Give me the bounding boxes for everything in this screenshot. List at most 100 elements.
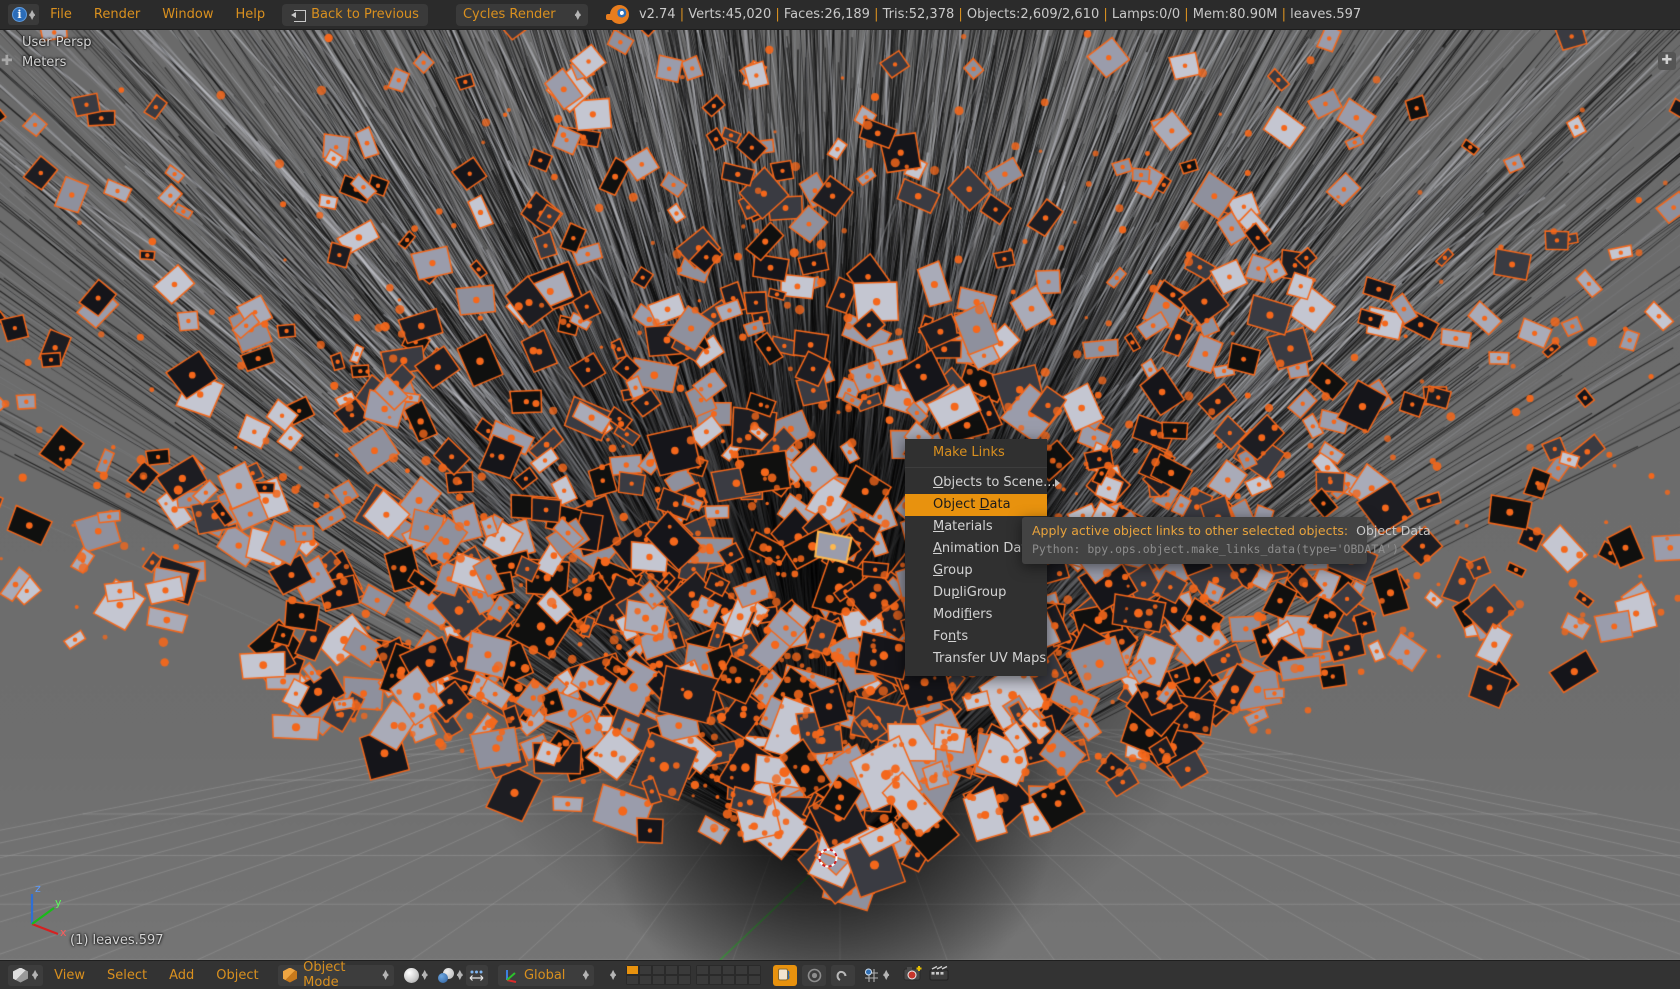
chevron-updown-icon: ▲ ▼ — [382, 968, 389, 981]
blender-logo-icon — [605, 5, 629, 24]
stat-version: v2.74 — [638, 7, 676, 22]
menu-item-fonts[interactable]: Fonts — [905, 626, 1047, 648]
layer-cell[interactable] — [748, 975, 762, 985]
properties-panel-expand-icon[interactable]: ✚ — [1658, 52, 1676, 70]
layer-cell[interactable] — [696, 975, 710, 985]
stat-lamps: Lamps:0/0 — [1111, 7, 1181, 22]
back-to-previous-button[interactable]: Back to Previous — [282, 3, 428, 26]
menu-window[interactable]: Window — [151, 0, 224, 30]
render-engine-selector[interactable]: Cycles Render ▲ ▼ — [455, 3, 588, 26]
pivot-point-icon[interactable] — [437, 967, 454, 983]
layer-cell[interactable] — [678, 975, 692, 985]
menu-file[interactable]: File — [39, 0, 83, 30]
layer-cell[interactable] — [626, 975, 640, 985]
render-animation-icon[interactable] — [929, 965, 951, 986]
operator-tooltip: Apply active object links to other selec… — [1022, 517, 1431, 564]
layer-cell[interactable] — [748, 965, 762, 975]
viewport-shading-icon[interactable] — [403, 967, 419, 983]
layer-cell[interactable] — [722, 975, 736, 985]
layer-cell[interactable] — [639, 975, 653, 985]
menu-add[interactable]: Add — [158, 961, 205, 989]
proportional-edit-icon[interactable] — [773, 964, 798, 986]
menu-item-label: Object Data — [933, 497, 1011, 512]
3d-viewport[interactable]: User Persp Meters (1) leaves.597 ✚ ✚ z x… — [0, 30, 1680, 960]
3d-scene-render — [0, 30, 1680, 960]
stat-tris: Tris:52,378 — [882, 7, 955, 22]
menu-item-label: Animation Data — [933, 541, 1035, 556]
manipulator-toggle-button[interactable] — [465, 964, 488, 986]
blender-window: i ▲ ▼ File Render Window Help Back to Pre… — [0, 0, 1680, 989]
stat-mem: Mem:80.90M — [1192, 7, 1278, 22]
layer-cell[interactable] — [678, 965, 692, 975]
render-still-icon[interactable] — [903, 965, 925, 986]
menu-item-label: Modifiers — [933, 607, 993, 622]
layer-cell[interactable] — [709, 965, 723, 975]
tooltip-python-expression: Python: bpy.ops.object.make_links_data(t… — [1032, 542, 1399, 556]
layer-column[interactable] — [696, 965, 710, 985]
chevron-updown-icon[interactable]: ▲ ▼ — [883, 969, 889, 981]
scene-layers[interactable] — [626, 965, 762, 985]
interaction-mode-label: Object Mode — [303, 960, 346, 989]
snap-magnet-icon[interactable] — [831, 964, 856, 986]
layer-column[interactable] — [639, 965, 653, 985]
layer-cell[interactable] — [626, 965, 640, 975]
menu-help[interactable]: Help — [224, 0, 276, 30]
tooltip-value: Object Data — [1356, 523, 1431, 538]
menu-item-dupligroup[interactable]: DupliGroup — [905, 582, 1047, 604]
layer-column[interactable] — [626, 965, 640, 985]
layer-cell[interactable] — [639, 965, 653, 975]
menu-item-object-data[interactable]: Object Data — [905, 494, 1047, 516]
chevron-updown-icon[interactable]: ▲ ▼ — [457, 969, 463, 981]
layer-cell[interactable] — [665, 975, 679, 985]
layer-cell[interactable] — [722, 965, 736, 975]
layer-column[interactable] — [665, 965, 679, 985]
layer-cell[interactable] — [665, 965, 679, 975]
menu-select[interactable]: Select — [96, 961, 158, 989]
snap-during-transform-icon[interactable] — [802, 964, 827, 986]
menu-item-label: Transfer UV Maps — [933, 651, 1047, 666]
layer-cell[interactable] — [709, 975, 723, 985]
layer-cell[interactable] — [696, 965, 710, 975]
layer-chevron-updown-icon[interactable]: ▲ ▼ — [610, 969, 616, 981]
layer-column[interactable] — [722, 965, 736, 985]
layer-column[interactable] — [652, 965, 666, 985]
chevron-updown-icon[interactable]: ▲ ▼ — [422, 969, 428, 981]
transform-orientation-selector[interactable]: Global ▲ ▼ — [497, 964, 594, 986]
layer-cell[interactable] — [652, 975, 666, 985]
chevron-updown-icon: ▲ ▼ — [29, 7, 36, 21]
svg-text:z: z — [35, 882, 41, 895]
menu-item-transfer-uv-maps[interactable]: Transfer UV Maps — [905, 648, 1047, 670]
layer-column[interactable] — [748, 965, 762, 985]
layer-column[interactable] — [709, 965, 723, 985]
menu-item-label: Objects to Scene... — [933, 475, 1056, 490]
editor-type-selector[interactable]: i ▲ ▼ — [8, 4, 40, 25]
interaction-mode-selector[interactable]: Object Mode ▲ ▼ — [277, 960, 394, 989]
tooltip-description: Apply active object links to other selec… — [1032, 523, 1349, 538]
chevron-updown-icon: ▲ ▼ — [32, 968, 39, 981]
chevron-updown-icon: ▲ ▼ — [582, 968, 589, 981]
layers-group-bottom[interactable] — [696, 965, 762, 985]
toolshelf-expand-icon[interactable]: ✚ — [1, 53, 13, 69]
layer-column[interactable] — [735, 965, 749, 985]
stat-verts: Verts:45,020 — [688, 7, 772, 22]
menu-item-modifiers[interactable]: Modifiers — [905, 604, 1047, 626]
menu-object[interactable]: Object — [205, 961, 269, 989]
tooltip-description-row: Apply active object links to other selec… — [1032, 523, 1431, 538]
menu-item-label: Group — [933, 563, 973, 578]
layer-cell[interactable] — [735, 975, 749, 985]
layer-column[interactable] — [678, 965, 692, 985]
svg-text:x: x — [60, 926, 67, 938]
menu-item-objects-to-scene[interactable]: Objects to Scene... — [905, 472, 1061, 494]
scene-statistics: v2.74 | Verts:45,020 | Faces:26,189 | Tr… — [638, 7, 1362, 22]
back-to-previous-label: Back to Previous — [311, 7, 419, 22]
menu-render[interactable]: Render — [83, 0, 151, 30]
menu-view[interactable]: View — [43, 961, 96, 989]
layers-group-top[interactable] — [626, 965, 692, 985]
snap-increment-icon[interactable] — [863, 968, 880, 983]
top-info-header: i ▲ ▼ File Render Window Help Back to Pre… — [0, 0, 1680, 30]
layer-cell[interactable] — [735, 965, 749, 975]
3d-view-editor-icon — [13, 967, 28, 983]
editor-type-selector-3dview[interactable]: ▲ ▼ — [8, 964, 44, 986]
3d-view-header: ▲ ▼ View Select Add Object Object Mode ▲ ▼… — [0, 960, 1680, 989]
layer-cell[interactable] — [652, 965, 666, 975]
